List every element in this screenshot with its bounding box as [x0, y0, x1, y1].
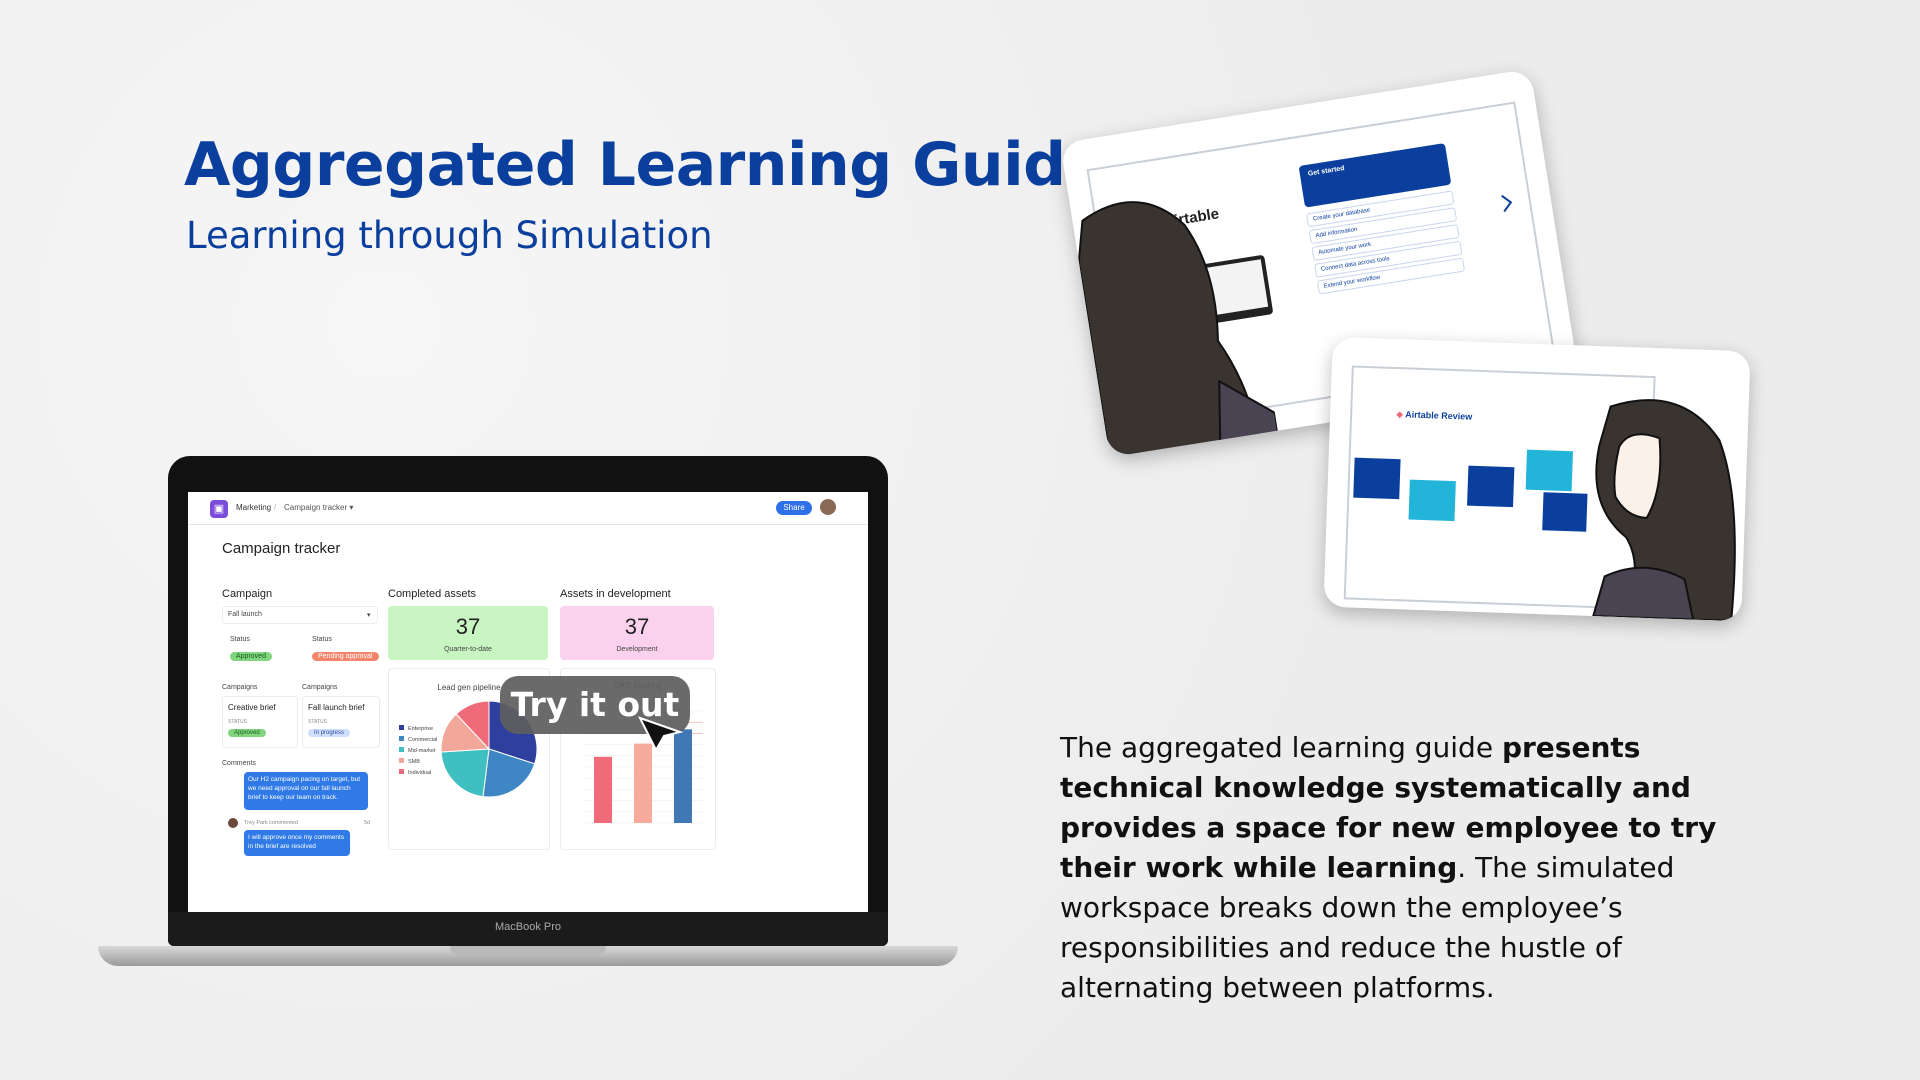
legend-swatch: [399, 747, 404, 752]
status-card-2: Status Pending approval: [304, 630, 380, 672]
chevron-down-icon: ▾: [367, 612, 371, 619]
legend-item: Mid-market: [399, 747, 437, 758]
brief-title: Creative brief: [228, 703, 276, 712]
legend-label: Enterprise: [408, 726, 434, 732]
legend-label: Individual: [408, 770, 432, 776]
review-title: Airtable Review: [1405, 409, 1473, 422]
share-button[interactable]: Share: [776, 501, 812, 515]
completed-assets-label: Completed assets: [388, 588, 477, 600]
pie-slice-mid-market[interactable]: [440, 748, 490, 798]
flow-block: [1408, 479, 1456, 522]
breadcrumb-separator: /: [274, 503, 277, 512]
bar-1[interactable]: [594, 756, 612, 823]
campaigns-label: Campaigns: [222, 684, 258, 691]
comment-time: 5d: [364, 820, 371, 826]
completed-assets-card: 37 Quarter-to-date: [388, 606, 548, 660]
comment-author: Trey Park commented: [244, 820, 298, 826]
legend-swatch: [399, 725, 404, 730]
description-part-1: The aggregated learning guide: [1060, 731, 1502, 764]
laptop-screen: ▣ Marketing / Campaign tracker ▾ Share C…: [188, 492, 868, 912]
laptop-brand-label: MacBook Pro: [494, 921, 562, 933]
brief-status-label: STATUS: [308, 719, 327, 725]
status-card-1: Status Approved: [222, 630, 298, 672]
legend-swatch: [399, 758, 404, 763]
comment-bubble: Our H2 campaign pacing on target, but we…: [244, 772, 368, 810]
brief-card-fall-launch[interactable]: Fall launch brief STATUS In progress: [302, 696, 380, 748]
status-badge: Approved: [230, 652, 272, 661]
comment-bubble: I will approve once my comments in the b…: [244, 830, 350, 856]
avatar[interactable]: [820, 499, 836, 515]
bar-2[interactable]: [634, 743, 652, 823]
description-text: The aggregated learning guide presents t…: [1060, 728, 1750, 1008]
workspace-name[interactable]: Marketing: [236, 503, 271, 512]
brief-title: Fall launch brief: [308, 703, 365, 712]
illustration-card-review: ◆ Airtable Review: [1323, 336, 1751, 622]
legend-label: Mid-market: [408, 748, 436, 754]
flow-block: [1525, 449, 1573, 492]
legend-item: SMB: [399, 758, 437, 769]
pie-legend: Enterprise Commercial Mid-market SMB Individ…: [399, 725, 437, 780]
legend-swatch: [399, 736, 404, 741]
dev-assets-card: 37 Development: [560, 606, 714, 660]
status-badge: Approved: [228, 729, 266, 737]
campaign-label: Campaign: [222, 588, 273, 600]
app-logo-icon[interactable]: ▣: [210, 500, 228, 518]
app-topbar: ▣ Marketing / Campaign tracker ▾ Share: [188, 492, 868, 525]
campaigns-label: Campaigns: [302, 684, 338, 691]
completed-assets-value: 37: [455, 614, 481, 639]
status-badge: In progress: [308, 729, 351, 737]
laptop-mockup: ▣ Marketing / Campaign tracker ▾ Share C…: [98, 456, 958, 976]
legend-label: SMB: [408, 759, 420, 765]
get-started-title: Get started: [1307, 165, 1346, 178]
legend-item: Individual: [399, 769, 437, 780]
brief-card-creative[interactable]: Creative brief STATUS Approved: [222, 696, 298, 748]
campaign-select[interactable]: Fall launch ▾: [222, 606, 378, 624]
legend-item: Commercial: [399, 736, 437, 747]
legend-label: Commercial: [408, 737, 438, 743]
laptop-chin: MacBook Pro: [168, 912, 888, 946]
chevron-right-icon: [1501, 194, 1513, 213]
page-title: Aggregated Learning Guide: [184, 130, 1106, 200]
flow-block: [1353, 457, 1401, 500]
avatar: [228, 818, 238, 828]
laptop-notch: [450, 946, 606, 956]
app-page-title: Campaign tracker: [222, 540, 341, 557]
flow-block: [1467, 465, 1515, 508]
completed-assets-caption: Quarter-to-date: [444, 646, 492, 653]
comments-label: Comments: [222, 760, 256, 767]
legend-swatch: [399, 769, 404, 774]
brief-status-label: STATUS: [228, 719, 247, 725]
status-badge: Pending approval: [312, 652, 379, 661]
status-label: Status: [312, 636, 332, 643]
legend-item: Enterprise: [399, 725, 437, 736]
tracker-menu[interactable]: Campaign tracker ▾: [284, 503, 353, 512]
cursor-arrow-icon: [638, 716, 684, 753]
woman-illustration-icon: [1591, 399, 1736, 622]
airtable-logo-icon: ◆: [1396, 409, 1404, 420]
status-label: Status: [230, 636, 250, 643]
page-subtitle: Learning through Simulation: [186, 214, 713, 257]
dev-assets-value: 37: [624, 614, 650, 639]
dev-assets-caption: Development: [616, 646, 658, 653]
dev-assets-label: Assets in development: [560, 588, 671, 600]
campaign-select-value: Fall launch: [228, 611, 262, 618]
